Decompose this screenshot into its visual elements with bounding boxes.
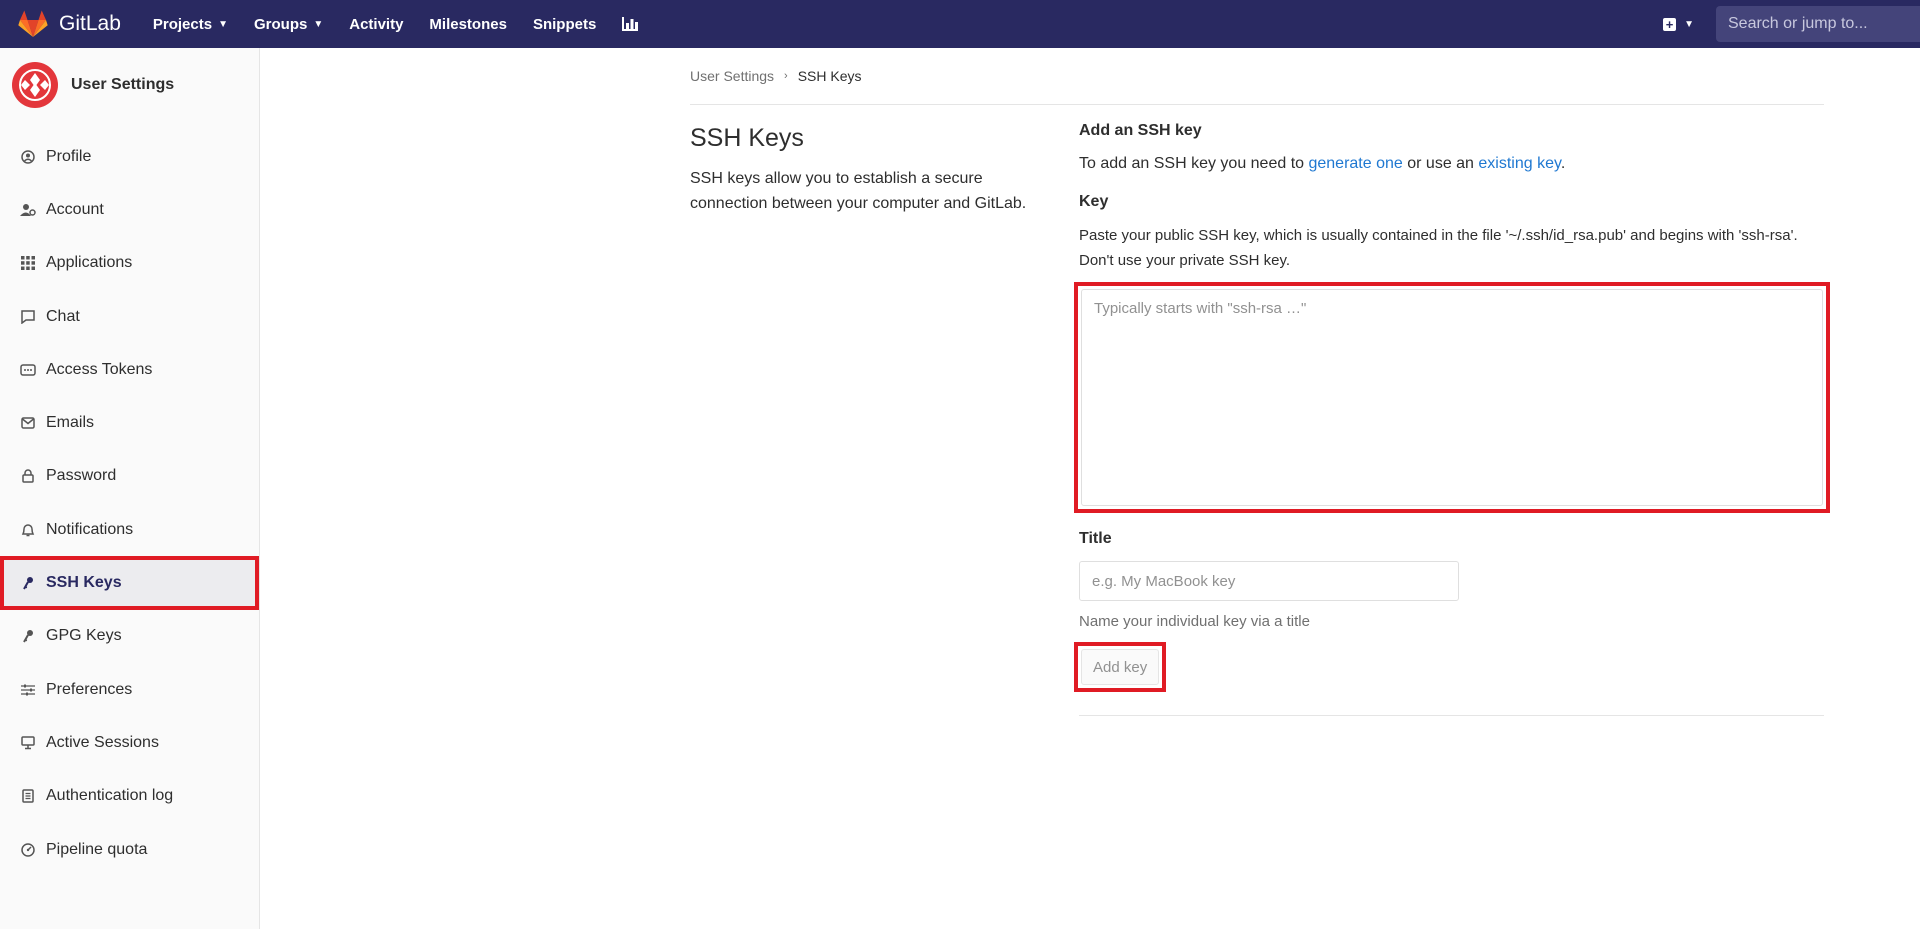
monitor-icon <box>20 735 36 751</box>
divider <box>690 104 1824 105</box>
nav-milestones-label: Milestones <box>429 15 507 33</box>
avatar-pattern-icon <box>19 69 51 101</box>
intro-text: or use an <box>1402 155 1479 172</box>
sidebar-item-preferences[interactable]: Preferences <box>0 663 259 716</box>
sidebar-item-label: Password <box>46 467 117 485</box>
sidebar-item-gpg-keys[interactable]: GPG Keys <box>0 610 259 663</box>
log-icon <box>20 788 36 804</box>
sidebar-item-label: Chat <box>46 307 80 325</box>
profile-icon <box>20 149 36 165</box>
sidebar-item-account[interactable]: Account <box>0 183 259 236</box>
sidebar-title: User Settings <box>71 76 175 93</box>
divider <box>1079 715 1824 716</box>
lock-icon <box>20 468 36 484</box>
sidebar-item-ssh-keys[interactable]: SSH Keys <box>0 556 259 610</box>
sidebar-item-password[interactable]: Password <box>0 450 259 503</box>
plus-square-icon: + <box>1663 17 1677 31</box>
intro-text: To add an SSH key you need to <box>1079 155 1309 172</box>
existing-key-link[interactable]: existing key <box>1478 155 1560 172</box>
gitlab-logo-icon <box>18 10 48 37</box>
sidebar-item-access-tokens[interactable]: Access Tokens <box>0 343 259 396</box>
sidebar-item-applications[interactable]: Applications <box>0 237 259 290</box>
title-help-text: Name your individual key via a title <box>1079 613 1310 630</box>
sidebar-item-label: SSH Keys <box>46 574 122 592</box>
chevron-down-icon: ▼ <box>1684 18 1694 30</box>
sidebar-nav: Profile Account Applications Chat Access… <box>0 130 259 876</box>
sidebar-item-active-sessions[interactable]: Active Sessions <box>0 716 259 769</box>
nav-activity-label: Activity <box>349 15 404 33</box>
key-icon <box>20 628 36 644</box>
sidebar-item-label: Active Sessions <box>46 733 159 751</box>
sliders-icon <box>20 682 36 698</box>
sidebar-item-profile[interactable]: Profile <box>0 130 259 183</box>
form-heading: Add an SSH key <box>1079 122 1202 139</box>
bell-icon <box>20 522 36 538</box>
key-textarea[interactable] <box>1081 289 1823 506</box>
nav-snippets[interactable]: Snippets <box>533 16 596 33</box>
nav-groups[interactable]: Groups ▼ <box>254 16 323 33</box>
breadcrumb-parent[interactable]: User Settings <box>690 68 774 84</box>
avatar <box>12 62 58 108</box>
key-label: Key <box>1079 193 1109 210</box>
sidebar-item-label: Authentication log <box>46 787 174 805</box>
nav-right: + ▼ Search or jump to... <box>1663 0 1920 48</box>
chart-icon[interactable] <box>622 17 639 31</box>
sidebar-item-pipeline-quota[interactable]: Pipeline quota <box>0 823 259 876</box>
token-icon <box>20 362 36 378</box>
sidebar-item-label: Preferences <box>46 680 133 698</box>
chevron-down-icon: ▼ <box>218 18 228 30</box>
gitlab-home-link[interactable]: GitLab <box>18 10 121 38</box>
brand-name: GitLab <box>59 12 121 35</box>
generate-one-link[interactable]: generate one <box>1308 155 1402 172</box>
nav-groups-label: Groups <box>253 15 308 33</box>
breadcrumb: User Settings › SSH Keys <box>690 68 862 84</box>
add-ssh-key-form: Add an SSH key To add an SSH key you nee… <box>1074 122 1830 716</box>
sidebar-header[interactable]: User Settings <box>0 48 259 122</box>
search-input[interactable]: Search or jump to... <box>1716 6 1920 42</box>
email-icon <box>20 415 36 431</box>
title-label: Title <box>1079 530 1112 547</box>
nav-snippets-label: Snippets <box>532 15 597 33</box>
sidebar-item-label: Notifications <box>46 520 134 538</box>
nav-projects-label: Projects <box>152 15 213 33</box>
account-icon <box>20 202 36 218</box>
add-key-button[interactable]: Add key <box>1081 649 1160 685</box>
sidebar-item-label: GPG Keys <box>46 627 122 645</box>
sidebar-item-label: Profile <box>46 147 92 165</box>
sidebar-item-label: Access Tokens <box>46 360 153 378</box>
page-title: SSH Keys <box>690 124 804 152</box>
sidebar-item-label: Account <box>46 200 104 218</box>
gauge-icon <box>20 842 36 858</box>
chevron-down-icon: ▼ <box>313 18 324 30</box>
sidebar-item-label: Emails <box>46 414 95 432</box>
settings-sidebar: User Settings Profile Account Applicatio… <box>0 48 260 929</box>
nav-activity[interactable]: Activity <box>349 16 403 33</box>
applications-icon <box>20 255 36 271</box>
nav-projects[interactable]: Projects ▼ <box>153 16 228 33</box>
key-help-text: Paste your public SSH key, which is usua… <box>1079 227 1798 269</box>
chevron-right-icon: › <box>784 70 788 82</box>
key-field-highlight <box>1074 282 1830 513</box>
sidebar-item-authentication-log[interactable]: Authentication log <box>0 770 259 823</box>
page-description: SSH keys allow you to establish a secure… <box>690 170 1027 212</box>
intro-text: . <box>1560 155 1566 172</box>
main-nav: Projects ▼ Groups ▼ Activity Milestones … <box>153 16 664 33</box>
new-dropdown-button[interactable]: + ▼ <box>1663 17 1694 31</box>
sidebar-item-label: Applications <box>46 254 133 272</box>
bar-chart-icon <box>622 17 639 31</box>
breadcrumb-current[interactable]: SSH Keys <box>798 68 862 84</box>
title-input[interactable] <box>1079 561 1459 601</box>
chat-icon <box>20 309 36 325</box>
form-intro: To add an SSH key you need to generate o… <box>1079 155 1824 173</box>
nav-milestones[interactable]: Milestones <box>429 16 507 33</box>
add-key-highlight: Add key <box>1074 642 1167 692</box>
sidebar-item-chat[interactable]: Chat <box>0 290 259 343</box>
sidebar-item-notifications[interactable]: Notifications <box>0 503 259 556</box>
sidebar-item-label: Pipeline quota <box>46 840 148 858</box>
key-icon <box>20 575 36 591</box>
top-navbar: GitLab Projects ▼ Groups ▼ Activity Mile… <box>0 0 1920 48</box>
sidebar-item-emails[interactable]: Emails <box>0 396 259 449</box>
